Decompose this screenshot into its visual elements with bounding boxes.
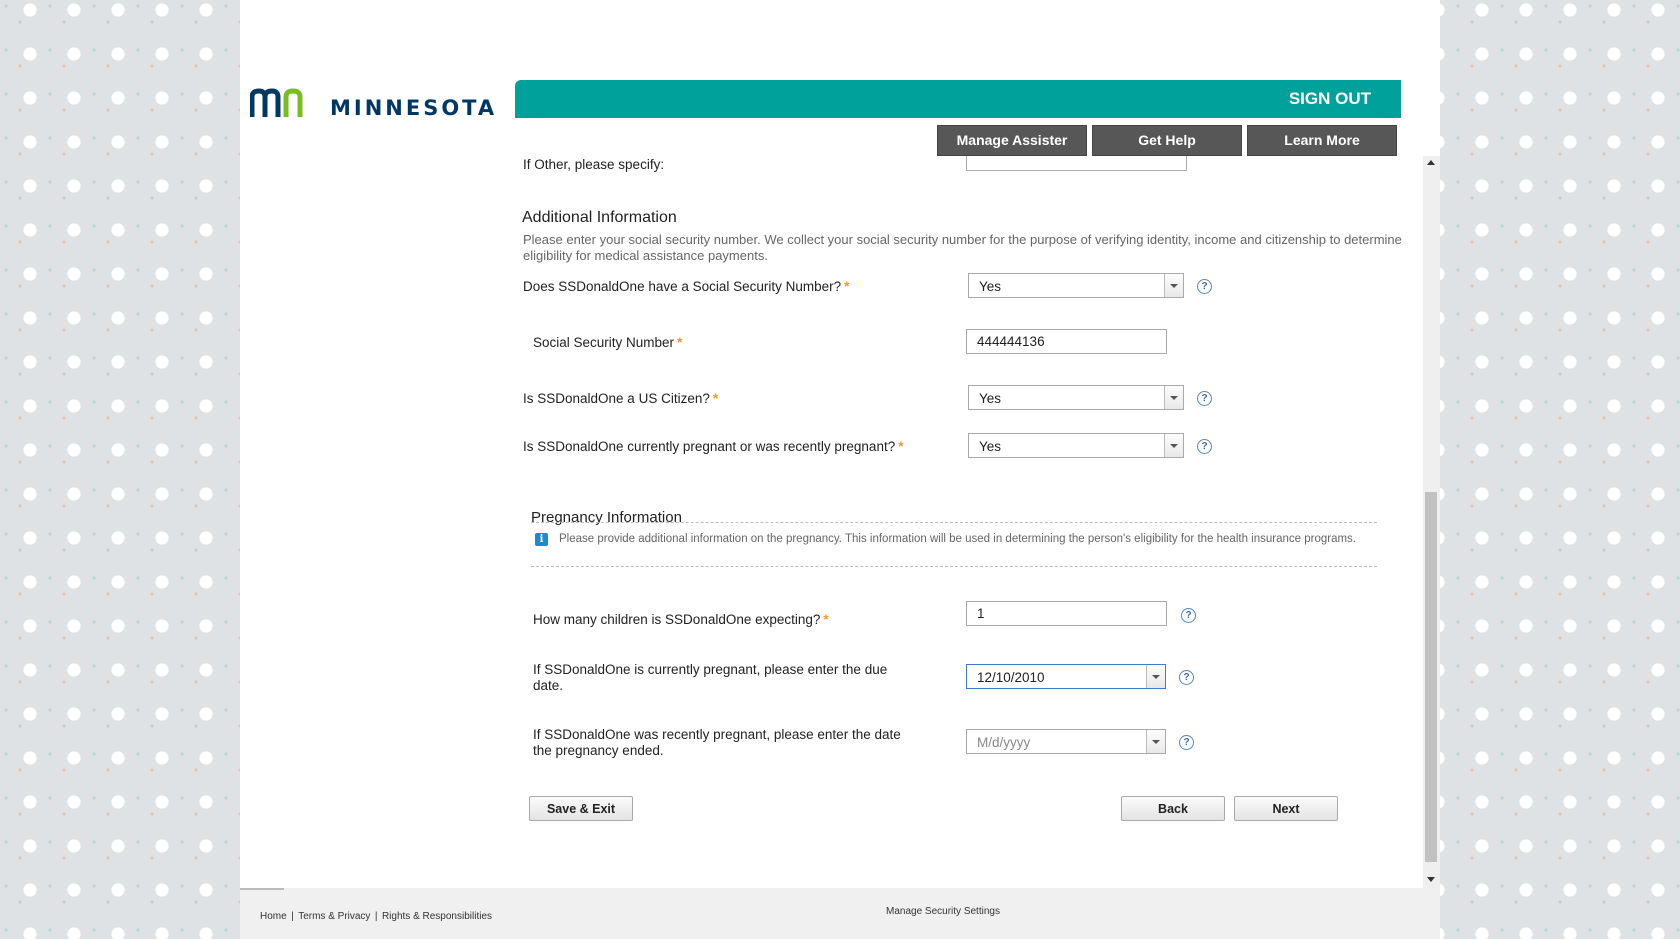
- learn-more-button[interactable]: Learn More: [1247, 125, 1397, 156]
- chevron-down-icon[interactable]: [1164, 434, 1183, 457]
- minnesota-logo-icon: [250, 88, 303, 117]
- calendar-chevron-icon[interactable]: [1146, 730, 1165, 753]
- help-icon[interactable]: ?: [1197, 439, 1212, 454]
- required-marker: *: [898, 439, 904, 454]
- manage-assister-button[interactable]: Manage Assister: [937, 125, 1087, 156]
- citizen-value: Yes: [979, 391, 1002, 406]
- other-specify-label: If Other, please specify:: [523, 157, 665, 172]
- due-date-label: If SSDonaldOne is currently pregnant, pl…: [533, 662, 888, 693]
- divider: [531, 566, 1377, 567]
- help-icon[interactable]: ?: [1197, 279, 1212, 294]
- ssn-input[interactable]: [966, 329, 1167, 354]
- scroll-down-icon[interactable]: [1427, 877, 1435, 882]
- has-ssn-label: Does SSDonaldOne have a Social Security …: [523, 279, 850, 294]
- back-button[interactable]: Back: [1121, 796, 1225, 821]
- help-icon[interactable]: ?: [1197, 391, 1212, 406]
- has-ssn-select[interactable]: Yes: [968, 273, 1184, 298]
- required-marker: *: [712, 391, 719, 406]
- help-icon[interactable]: ?: [1179, 670, 1194, 685]
- header-bar: SIGN OUT: [515, 80, 1401, 118]
- pregnant-label: Is SSDonaldOne currently pregnant or was…: [523, 439, 904, 454]
- get-help-button[interactable]: Get Help: [1092, 125, 1242, 156]
- footer-divider: [240, 888, 284, 890]
- next-button[interactable]: Next: [1234, 796, 1338, 821]
- help-icon[interactable]: ?: [1179, 735, 1194, 750]
- ssn-label: Social Security Number *: [533, 335, 683, 350]
- children-label: How many children is SSDonaldOne expecti…: [533, 612, 829, 627]
- required-marker: *: [677, 335, 683, 350]
- brand-wordmark: MINNESOTA: [330, 96, 498, 120]
- footer: Home | Terms & Privacy | Rights & Respon…: [240, 888, 1440, 939]
- pregnant-value: Yes: [979, 439, 1002, 454]
- divider: [531, 522, 1377, 523]
- required-marker: *: [844, 279, 850, 294]
- end-date-placeholder[interactable]: M/d/yyyy: [977, 735, 1030, 750]
- footer-rights-link[interactable]: Rights & Responsibilities: [382, 911, 492, 922]
- manage-security-link[interactable]: Manage Security Settings: [886, 906, 1000, 917]
- due-date-picker[interactable]: 12/10/2010: [966, 664, 1166, 689]
- pregnant-select[interactable]: Yes: [968, 433, 1184, 458]
- footer-separator: |: [291, 911, 294, 922]
- footer-terms-link[interactable]: Terms & Privacy: [298, 911, 370, 922]
- required-marker: *: [823, 612, 829, 627]
- end-date-picker[interactable]: M/d/yyyy: [966, 729, 1166, 754]
- end-date-label: If SSDonaldOne was recently pregnant, pl…: [533, 727, 901, 758]
- other-specify-input[interactable]: [966, 156, 1187, 171]
- pregnancy-info-heading: Pregnancy Information: [531, 509, 682, 526]
- chevron-down-icon[interactable]: [1164, 386, 1183, 409]
- info-icon: i: [535, 533, 548, 546]
- calendar-chevron-icon[interactable]: [1146, 665, 1165, 688]
- chevron-down-icon[interactable]: [1164, 274, 1183, 297]
- additional-info-description: Please enter your social security number…: [523, 232, 1402, 263]
- pregnancy-info-text: Please provide additional information on…: [559, 533, 1356, 545]
- footer-links: Home | Terms & Privacy | Rights & Respon…: [260, 906, 492, 924]
- form-scroll-area: If Other, please specify: Additional Inf…: [515, 156, 1427, 888]
- due-date-value[interactable]: 12/10/2010: [977, 670, 1045, 685]
- footer-separator: |: [374, 911, 378, 922]
- has-ssn-value: Yes: [979, 279, 1002, 294]
- citizen-label: Is SSDonaldOne a US Citizen? *: [523, 391, 719, 406]
- additional-info-heading: Additional Information: [522, 209, 677, 226]
- footer-home-link[interactable]: Home: [260, 911, 287, 922]
- scroll-up-icon[interactable]: [1427, 160, 1435, 165]
- help-icon[interactable]: ?: [1181, 608, 1196, 623]
- citizen-select[interactable]: Yes: [968, 385, 1184, 410]
- children-count-input[interactable]: [966, 601, 1167, 626]
- sign-out-button[interactable]: SIGN OUT: [1289, 89, 1371, 109]
- save-exit-button[interactable]: Save & Exit: [529, 796, 633, 821]
